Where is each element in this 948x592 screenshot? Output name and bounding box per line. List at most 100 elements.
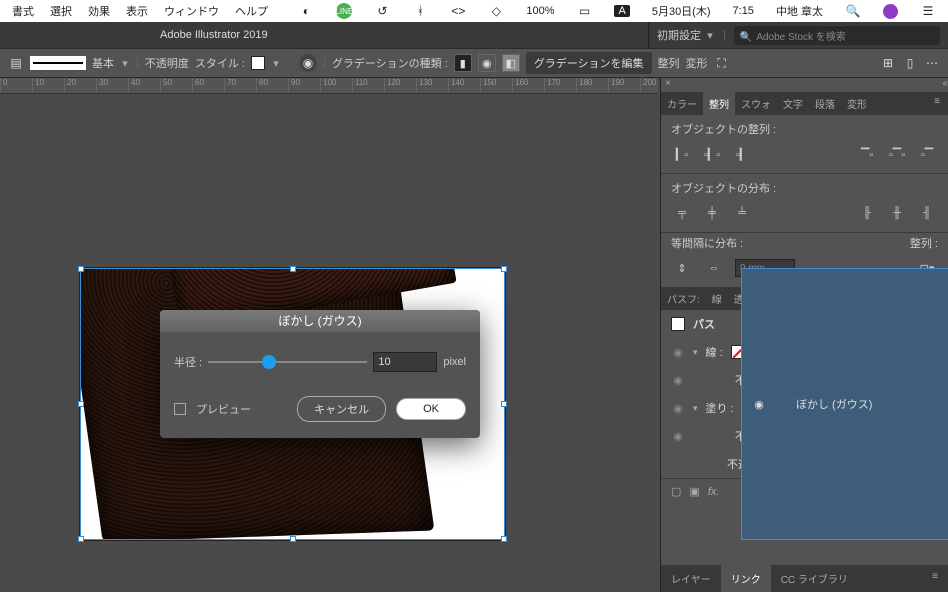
panel-menu-icon[interactable]: ≡ [926, 92, 948, 115]
freeform-gradient[interactable]: ◧ [502, 54, 520, 72]
slider-thumb[interactable] [262, 355, 276, 369]
handle-mid-left[interactable] [78, 401, 84, 407]
visibility-fill[interactable]: ◉ [671, 402, 685, 415]
align-left-icon[interactable]: ▤ [8, 55, 24, 71]
menu-view[interactable]: 表示 [126, 3, 148, 19]
panel-grid-icon[interactable]: ⊞ [880, 55, 896, 71]
spotlight-icon[interactable]: 🔍 [845, 3, 861, 19]
align-top[interactable]: ▔▫ [856, 145, 878, 163]
align-left[interactable]: ▎▫ [671, 145, 693, 163]
style-swatch[interactable] [251, 56, 265, 70]
visibility-effect[interactable]: ◉ [752, 398, 766, 411]
align-vcenter[interactable]: ▫▔▫ [886, 145, 908, 163]
handle-mid-right[interactable] [501, 401, 507, 407]
input-badge[interactable]: A [614, 5, 629, 17]
siri-icon[interactable] [883, 4, 898, 19]
align-objects-title: オブジェクトの整列 : [661, 115, 948, 143]
gaussian-blur-dialog: ぼかし (ガウス) 半径 : pixel プレビュー キャンセル OK [160, 310, 480, 438]
align-hcenter[interactable]: ▫▎▫ [701, 145, 723, 163]
tab-character[interactable]: 文字 [777, 92, 809, 115]
tab-transform[interactable]: 変形 [841, 92, 873, 115]
user-name[interactable]: 中地 章太 [776, 3, 823, 19]
time-text: 7:15 [733, 5, 754, 17]
new-fill-icon[interactable]: ▣ [689, 485, 699, 498]
stroke-label[interactable]: 線 : [706, 344, 723, 360]
bluetooth-icon: ᚼ [412, 3, 428, 19]
dialog-title[interactable]: ぼかし (ガウス) [160, 310, 480, 332]
radius-input[interactable] [373, 352, 437, 372]
fill-label[interactable]: 塗り : [706, 400, 734, 416]
effect-name[interactable]: ぼかし (ガウス) [796, 396, 872, 412]
tab-cclib[interactable]: CC ライブラリ [771, 565, 858, 592]
dist-spacing-h[interactable]: ⇔ [703, 259, 725, 277]
tab-pathfinder[interactable]: パスフ: [661, 287, 706, 310]
panel3-menu-icon[interactable]: ≡ [922, 565, 948, 592]
dist-right[interactable]: ╢ [916, 204, 938, 222]
menu-select[interactable]: 選択 [50, 3, 72, 19]
adobe-stock-search[interactable]: 🔍Adobe Stock を検索 [734, 26, 940, 45]
new-stroke-icon[interactable]: ▢ [671, 485, 681, 498]
workspace-preset[interactable]: 初期設定▾ [657, 27, 715, 43]
panel-dock-icon[interactable]: ▯ [902, 55, 918, 71]
menu-effect[interactable]: 効果 [88, 3, 110, 19]
tab-color[interactable]: カラー [661, 92, 703, 115]
notification-icon[interactable]: ☰ [920, 3, 936, 19]
chevron-down-icon-2[interactable]: ▾ [693, 403, 698, 414]
app-title: Adobe Illustrator 2019 [160, 29, 268, 41]
handle-top-left[interactable] [78, 266, 84, 272]
align-button[interactable]: 整列 [658, 55, 680, 71]
handle-top-right[interactable] [501, 266, 507, 272]
opacity-label[interactable]: 不透明度 [145, 55, 189, 71]
stroke-preview[interactable] [30, 56, 86, 70]
dist-bottom[interactable]: ╧ [731, 204, 753, 222]
spacing-title: 等間隔に分布 : [671, 235, 743, 251]
visibility-opacity1[interactable]: ◉ [671, 374, 685, 387]
handle-top-center[interactable] [290, 266, 296, 272]
dist-spacing-v[interactable]: ⇕ [671, 259, 693, 277]
dist-left[interactable]: ╟ [856, 204, 878, 222]
handle-bottom-left[interactable] [78, 536, 84, 542]
visibility-stroke[interactable]: ◉ [671, 346, 685, 359]
panel-tabs-3: レイヤー リンク CC ライブラリ ≡ [661, 565, 948, 592]
add-fx-icon[interactable]: fx. [708, 486, 720, 498]
tab-paragraph[interactable]: 段落 [809, 92, 841, 115]
preview-label[interactable]: プレビュー [196, 401, 251, 417]
preview-checkbox[interactable] [174, 403, 186, 415]
edit-gradient-button[interactable]: グラデーションを編集 [526, 52, 652, 74]
cancel-button[interactable]: キャンセル [297, 396, 386, 422]
tab-links[interactable]: リンク [721, 565, 771, 592]
wifi-icon: ◇ [488, 3, 504, 19]
panel-more-icon[interactable]: ⋯ [924, 55, 940, 71]
ok-button[interactable]: OK [396, 398, 466, 420]
visibility-opacity2[interactable]: ◉ [671, 430, 685, 443]
panel-close-icon[interactable]: ×« [661, 78, 948, 92]
line-icon: LINE [336, 3, 352, 19]
menu-format[interactable]: 書式 [12, 3, 34, 19]
macos-menubar: 書式 選択 効果 表示 ウィンドウ ヘルプ ◐ LINE ↺ ᚼ <> ◇ 10… [0, 0, 948, 22]
tab-stroke[interactable]: 線 [706, 287, 728, 310]
transform-button[interactable]: 変形 [686, 55, 708, 71]
tab-align[interactable]: 整列 [703, 92, 735, 115]
tab-layers[interactable]: レイヤー [661, 565, 721, 592]
isolate-icon[interactable]: ⛶ [714, 55, 730, 71]
path-thumb [671, 317, 685, 331]
menu-window[interactable]: ウィンドウ [164, 3, 219, 19]
stroke-profile[interactable]: 基本 [92, 55, 114, 71]
align-bottom[interactable]: ▫▔ [916, 145, 938, 163]
radius-slider[interactable] [208, 361, 367, 363]
recolor-icon[interactable]: ◉ [299, 54, 317, 72]
radial-gradient[interactable]: ◉ [478, 54, 496, 72]
dist-hcenter[interactable]: ╫ [886, 204, 908, 222]
handle-bottom-center[interactable] [290, 536, 296, 542]
tab-swatches[interactable]: スウォ [735, 92, 777, 115]
chevron-down-icon[interactable]: ▾ [693, 347, 698, 358]
menu-help[interactable]: ヘルプ [235, 3, 268, 19]
dist-top[interactable]: ╤ [671, 204, 693, 222]
handle-bottom-right[interactable] [501, 536, 507, 542]
align-right[interactable]: ▫▎ [731, 145, 753, 163]
app-titlebar: Adobe Illustrator 2019 [0, 22, 648, 48]
dist-vcenter[interactable]: ╪ [701, 204, 723, 222]
distribute-title: オブジェクトの分布 : [661, 174, 948, 202]
linear-gradient[interactable]: ▮ [454, 54, 472, 72]
date-text: 5月30日(木) [652, 3, 711, 19]
